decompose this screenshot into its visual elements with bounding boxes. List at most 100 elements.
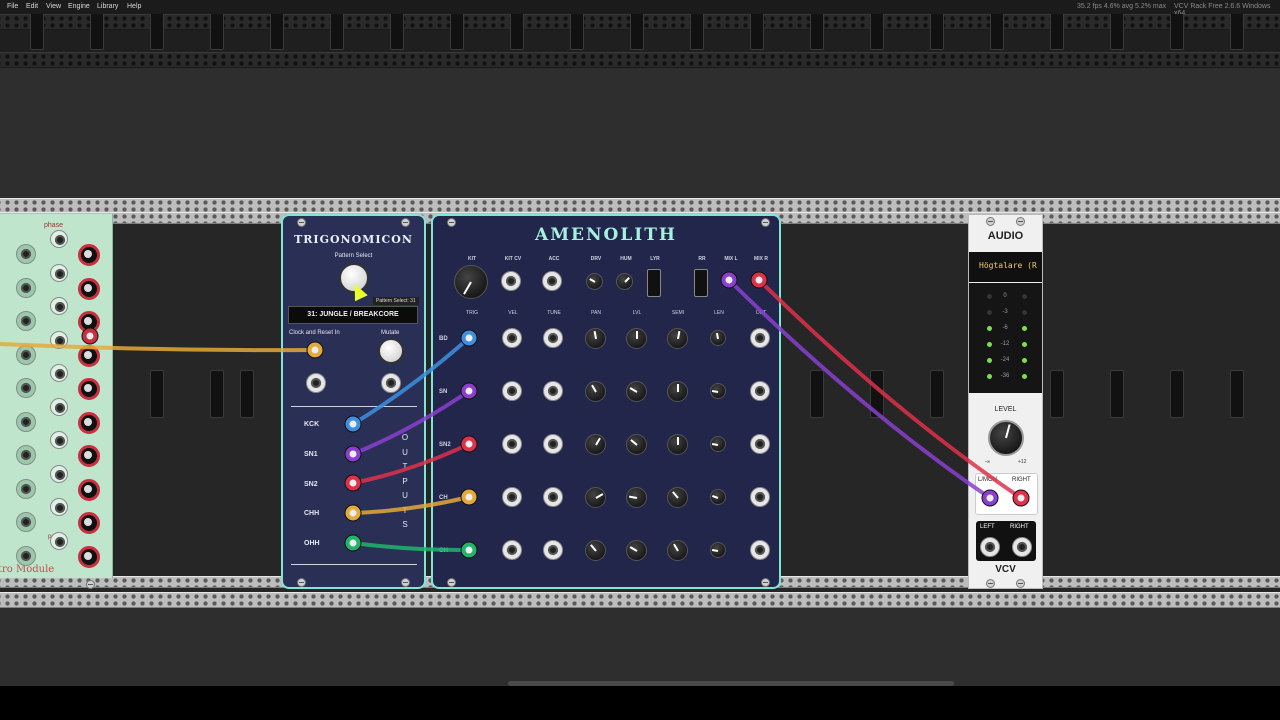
channel-knob[interactable]: [667, 540, 688, 561]
amen-row-label: OH: [439, 548, 448, 554]
left-module-jack[interactable]: [50, 397, 68, 416]
left-module-output-jack[interactable]: [78, 411, 100, 434]
audio-device-display[interactable]: Högtalare (R: [969, 252, 1042, 282]
left-module-jack[interactable]: [16, 545, 36, 566]
left-module-output-jack[interactable]: [78, 311, 100, 333]
len-knob[interactable]: [710, 542, 726, 558]
left-module-jack[interactable]: [50, 330, 68, 349]
vu-meter: 0 -3 -6 -12 -24 -36: [969, 283, 1042, 393]
vu-scale-label: -6: [1002, 325, 1008, 331]
channel-knob[interactable]: [626, 487, 647, 508]
vel-jack[interactable]: [502, 540, 522, 560]
left-module-output-jack[interactable]: [78, 512, 100, 534]
out-jack[interactable]: [750, 328, 770, 348]
channel-knob[interactable]: [667, 487, 688, 508]
left-module-jack[interactable]: [50, 531, 68, 550]
out-jack[interactable]: [750, 381, 770, 401]
left-module-output-jack[interactable]: [78, 244, 100, 266]
vu-scale-label: -12: [1000, 341, 1010, 347]
divider: [291, 564, 417, 565]
drv-knob[interactable]: [586, 273, 603, 290]
left-module-jack[interactable]: [16, 277, 36, 298]
horizontal-scrollbar[interactable]: [508, 681, 954, 686]
channel-knob[interactable]: [667, 434, 688, 455]
len-knob[interactable]: [710, 383, 726, 399]
channel-knob[interactable]: [626, 328, 647, 349]
tune-jack[interactable]: [543, 328, 563, 348]
menu-library[interactable]: Library: [97, 3, 118, 10]
len-knob[interactable]: [710, 436, 726, 452]
left-module-jack[interactable]: [50, 364, 68, 382]
left-module-jack[interactable]: [16, 311, 36, 331]
tune-jack[interactable]: [543, 434, 563, 454]
reset-input-jack[interactable]: [306, 373, 326, 393]
len-knob[interactable]: [710, 489, 726, 505]
tune-jack[interactable]: [543, 487, 563, 507]
left-module-output-jack[interactable]: [78, 478, 100, 501]
tune-jack[interactable]: [543, 381, 563, 401]
channel-knob[interactable]: [667, 328, 688, 349]
left-module-output-jack[interactable]: [78, 378, 100, 400]
left-module-jack[interactable]: [50, 297, 68, 315]
tune-jack[interactable]: [543, 540, 563, 560]
hum-knob[interactable]: [616, 273, 633, 290]
out-jack[interactable]: [750, 434, 770, 454]
left-module-jack[interactable]: [50, 464, 68, 483]
left-module-jack[interactable]: [16, 512, 36, 532]
vel-jack[interactable]: [502, 381, 522, 401]
screw: [986, 579, 995, 588]
acc-jack[interactable]: [542, 271, 562, 291]
left-module-jack[interactable]: [16, 411, 36, 432]
left-module-jack[interactable]: [50, 230, 68, 248]
left-module-jack[interactable]: [16, 445, 36, 465]
left-module-jack[interactable]: [50, 498, 68, 516]
menu-view[interactable]: View: [46, 3, 61, 10]
rack-slot: [150, 370, 164, 418]
audio-output-left-jack[interactable]: [980, 537, 1000, 557]
menu-engine[interactable]: Engine: [68, 3, 90, 10]
lyr-switch[interactable]: [647, 269, 661, 297]
kit-cv-jack[interactable]: [501, 271, 521, 291]
rack-slot: [1170, 14, 1184, 50]
rack-slot: [270, 14, 284, 50]
level-knob[interactable]: [988, 420, 1024, 456]
mutate-knob[interactable]: [378, 338, 404, 364]
out-jack[interactable]: [750, 487, 770, 507]
audio-output-right-jack[interactable]: [1012, 537, 1032, 557]
left-module-jack[interactable]: [16, 244, 36, 264]
vel-jack[interactable]: [502, 434, 522, 454]
rr-switch[interactable]: [694, 269, 708, 297]
menu-help[interactable]: Help: [127, 3, 141, 10]
channel-knob[interactable]: [585, 540, 606, 561]
channel-knob[interactable]: [667, 381, 688, 402]
menu-file[interactable]: File: [7, 3, 18, 10]
channel-knob[interactable]: [626, 540, 647, 561]
left-module-output-jack[interactable]: [78, 445, 100, 467]
amen-top-label: RR: [698, 256, 706, 262]
vel-jack[interactable]: [502, 328, 522, 348]
rack-slot: [330, 14, 344, 50]
channel-knob[interactable]: [585, 381, 606, 402]
left-module-jack[interactable]: [50, 263, 68, 282]
vel-jack[interactable]: [502, 487, 522, 507]
kit-knob[interactable]: [454, 265, 488, 299]
channel-knob[interactable]: [626, 381, 647, 402]
menu-edit[interactable]: Edit: [26, 3, 38, 10]
left-module-jack[interactable]: [16, 378, 36, 398]
left-module-output-jack[interactable]: [78, 277, 100, 300]
channel-knob[interactable]: [626, 434, 647, 455]
channel-knob[interactable]: [585, 328, 606, 349]
channel-knob[interactable]: [585, 434, 606, 455]
vu-led-left: [987, 310, 992, 315]
left-module-jack[interactable]: [16, 344, 36, 365]
mutate-cv-jack[interactable]: [381, 373, 401, 393]
left-module-jack[interactable]: [16, 478, 36, 499]
left-module-output-jack[interactable]: [78, 545, 100, 568]
channel-knob[interactable]: [585, 487, 606, 508]
input-left-label: L/MON: [978, 477, 998, 483]
left-module-output-jack[interactable]: [78, 344, 100, 367]
out-jack[interactable]: [750, 540, 770, 560]
amen-column-label: TRIG: [466, 310, 478, 316]
len-knob[interactable]: [710, 330, 726, 346]
left-module-jack[interactable]: [50, 431, 68, 449]
